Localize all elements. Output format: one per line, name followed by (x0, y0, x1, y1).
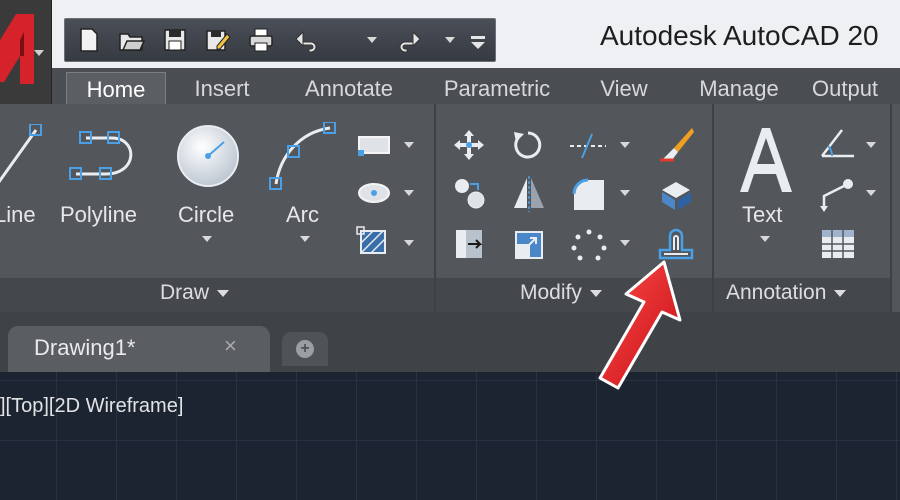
chevron-down-icon (34, 50, 44, 56)
polyline-label[interactable]: Polyline (60, 202, 137, 228)
explode-icon[interactable] (658, 176, 696, 212)
line-icon[interactable] (0, 124, 48, 190)
panel-divider (890, 104, 892, 312)
dimension-icon[interactable] (818, 126, 858, 162)
ellipse-dropdown-icon[interactable] (404, 190, 414, 196)
rectangle-dropdown-icon[interactable] (404, 142, 414, 148)
annotation-panel-title-text: Annotation (726, 281, 827, 304)
dimension-dropdown-icon[interactable] (866, 142, 876, 148)
array-icon[interactable] (570, 228, 608, 262)
mirror-icon[interactable] (512, 176, 546, 212)
stretch-icon[interactable] (452, 226, 486, 262)
line-label[interactable]: Line (0, 202, 36, 228)
arc-label[interactable]: Arc (286, 202, 319, 228)
table-icon[interactable] (820, 228, 856, 260)
viewport-controls[interactable]: ][Top][2D Wireframe] (0, 395, 183, 418)
fillet-dropdown-icon[interactable] (620, 190, 630, 196)
drawing-canvas[interactable] (0, 372, 900, 500)
new-icon[interactable] (75, 26, 103, 54)
scale-icon[interactable] (512, 226, 546, 262)
print-icon[interactable] (247, 26, 275, 54)
draw-panel-title-text: Draw (160, 281, 210, 304)
erase-icon[interactable] (658, 126, 696, 164)
modify-panel-title[interactable]: Modify (520, 281, 602, 305)
polyline-icon[interactable] (66, 126, 148, 192)
trim-icon[interactable] (568, 132, 608, 160)
circle-icon[interactable] (174, 122, 242, 190)
customize-icon[interactable] (465, 26, 491, 54)
annotation-panel-title[interactable]: Annotation (726, 281, 847, 305)
save-icon[interactable] (161, 26, 189, 54)
undo-icon[interactable] (293, 26, 321, 54)
save-as-icon[interactable] (203, 26, 231, 54)
arc-dropdown-icon[interactable] (300, 236, 310, 242)
modify-panel-title-text: Modify (520, 281, 582, 304)
arc-icon[interactable] (266, 122, 340, 192)
new-drawing-tab-button[interactable]: + (282, 332, 328, 366)
text-label[interactable]: Text (742, 202, 782, 228)
fillet-icon[interactable] (570, 176, 608, 212)
application-menu-button[interactable] (0, 0, 52, 104)
leader-dropdown-icon[interactable] (866, 190, 876, 196)
document-tab-label[interactable]: Drawing1* (34, 335, 136, 361)
chevron-down-icon (217, 289, 230, 297)
draw-panel-title[interactable]: Draw (160, 281, 230, 305)
red-arrow-icon (598, 260, 682, 390)
rectangle-icon[interactable] (356, 132, 392, 158)
hatch-icon[interactable] (356, 226, 392, 258)
copy-icon[interactable] (452, 176, 488, 212)
leader-icon[interactable] (818, 176, 858, 212)
circle-label[interactable]: Circle (178, 202, 234, 228)
chevron-down-icon (834, 289, 847, 297)
array-dropdown-icon[interactable] (620, 240, 630, 246)
rotate-icon[interactable] (510, 128, 544, 162)
ellipse-icon[interactable] (356, 180, 392, 206)
text-icon[interactable] (734, 122, 796, 196)
close-icon[interactable]: × (224, 333, 237, 359)
redo-icon[interactable] (395, 26, 423, 54)
window-title: Autodesk AutoCAD 20 (600, 20, 879, 51)
trim-dropdown-icon[interactable] (620, 142, 630, 148)
hatch-dropdown-icon[interactable] (404, 240, 414, 246)
redo-dropdown-icon[interactable] (445, 37, 455, 43)
open-icon[interactable] (117, 26, 145, 54)
circle-dropdown-icon[interactable] (202, 236, 212, 242)
offset-icon[interactable] (656, 226, 696, 262)
undo-dropdown-icon[interactable] (367, 37, 377, 43)
move-icon[interactable] (452, 128, 486, 162)
quick-access-toolbar (64, 18, 496, 62)
plus-icon: + (296, 340, 314, 358)
text-dropdown-icon[interactable] (760, 236, 770, 242)
